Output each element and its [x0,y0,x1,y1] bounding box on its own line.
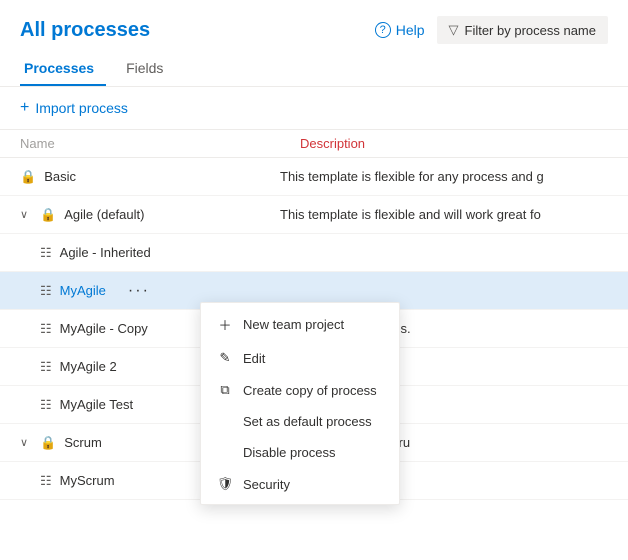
name-cell: ☷ MyAgile ··· [40,280,300,302]
menu-item-label: Set as default process [243,414,372,429]
context-menu: ＋ New team project ✎ Edit ⧉ Create copy … [200,302,400,505]
plus-icon: ＋ [217,315,233,334]
filter-label: Filter by process name [465,23,597,38]
table-row: 🔒 Basic This template is flexible for an… [0,158,628,196]
desc-cell: This template is flexible and will work … [280,207,608,222]
help-circle-icon: ? [375,22,391,38]
table-row: ☷ MyAgile ··· ＋ New team project ✎ Edit … [0,272,628,310]
template-icon: ☷ [40,283,52,299]
template-icon: ☷ [40,397,52,413]
page-title: All processes [20,19,150,42]
ellipsis-button[interactable]: ··· [122,280,156,302]
row-label: Agile - Inherited [60,245,151,260]
template-icon: ☷ [40,359,52,375]
menu-item-label: New team project [243,317,344,332]
lock-icon: 🔒 [40,435,56,451]
plus-icon: + [20,99,29,117]
row-label: MyScrum [60,473,115,488]
menu-item-label: Create copy of process [243,383,377,398]
menu-item-label: Disable process [243,445,336,460]
row-label: Basic [44,169,76,184]
chevron-down-icon[interactable]: ∨ [20,436,28,449]
import-label: Import process [35,100,128,116]
toolbar: + Import process [0,87,628,130]
page-header: All processes ? Help ▽ Filter by process… [0,0,628,52]
name-column-header: Name [20,136,300,151]
template-icon: ☷ [40,321,52,337]
lock-icon: 🔒 [40,207,56,223]
table-row: ☷ Agile - Inherited [0,234,628,272]
copy-icon: ⧉ [217,382,233,398]
tabs-bar: Processes Fields [0,52,628,87]
processes-table: Name Description 🔒 Basic This template i… [0,130,628,500]
table-header: Name Description [0,130,628,158]
menu-item-create-copy[interactable]: ⧉ Create copy of process [201,374,399,406]
tab-processes[interactable]: Processes [20,52,106,86]
tab-fields[interactable]: Fields [122,52,175,86]
menu-item-set-default[interactable]: Set as default process [201,406,399,437]
help-link[interactable]: ? Help [375,22,425,38]
header-actions: ? Help ▽ Filter by process name [375,16,608,44]
name-cell: ☷ Agile - Inherited [40,245,300,261]
filter-button[interactable]: ▽ Filter by process name [437,16,609,44]
row-label: MyAgile Test [60,397,133,412]
menu-item-new-team-project[interactable]: ＋ New team project [201,307,399,342]
help-label: Help [396,22,425,38]
table-row: ∨ 🔒 Agile (default) This template is fle… [0,196,628,234]
row-label-myagile[interactable]: MyAgile [60,283,106,298]
shield-icon: 🛡 [217,476,233,492]
menu-item-security[interactable]: 🛡 Security [201,468,399,500]
template-icon: ☷ [40,245,52,261]
row-label: MyAgile - Copy [60,321,148,336]
menu-item-edit[interactable]: ✎ Edit [201,342,399,374]
import-process-button[interactable]: + Import process [20,95,128,121]
name-cell: 🔒 Basic [20,169,280,185]
desc-cell: This template is flexible for any proces… [280,169,608,184]
menu-item-disable[interactable]: Disable process [201,437,399,468]
menu-item-label: Security [243,477,290,492]
row-label: Scrum [64,435,102,450]
menu-item-label: Edit [243,351,265,366]
row-label: MyAgile 2 [60,359,117,374]
filter-icon: ▽ [449,22,459,38]
pencil-icon: ✎ [217,350,233,366]
template-icon: ☷ [40,473,52,489]
name-cell: ∨ 🔒 Agile (default) [20,207,280,223]
chevron-down-icon[interactable]: ∨ [20,208,28,221]
lock-icon: 🔒 [20,169,36,185]
row-label: Agile (default) [64,207,144,222]
description-column-header: Description [300,136,608,151]
